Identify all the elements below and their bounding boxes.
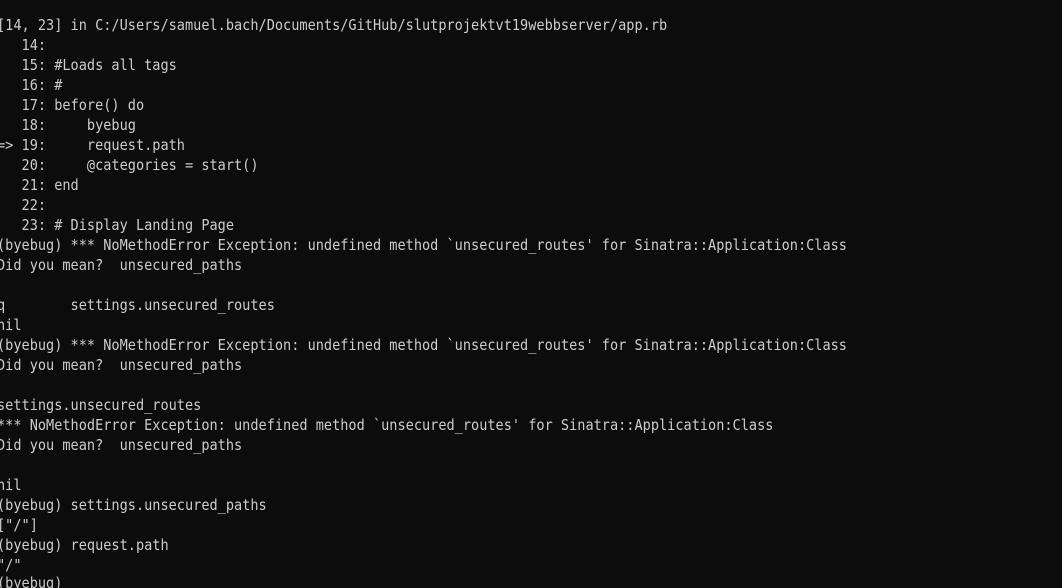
terminal-line: 15: #Loads all tags <box>0 56 177 74</box>
terminal-line: 17: before() do <box>0 96 145 114</box>
terminal-line: 23: # Display Landing Page <box>0 216 235 234</box>
terminal-line: (byebug) request.path <box>0 536 169 554</box>
terminal-line: 14: <box>0 36 47 54</box>
terminal-line: settings.unsecured_routes <box>0 396 202 414</box>
terminal-line: 20: @categories = start() <box>0 156 259 174</box>
terminal-line: [14, 23] in C:/Users/samuel.bach/Documen… <box>0 16 668 34</box>
terminal-line: Did you mean? unsecured_paths <box>0 356 243 374</box>
terminal-line: nil <box>0 476 22 494</box>
terminal-line: q settings.unsecured_routes <box>0 296 275 314</box>
terminal-prompt[interactable]: (byebug) <box>0 573 62 588</box>
terminal-line: Did you mean? unsecured_paths <box>0 256 243 274</box>
terminal-line: (byebug) *** NoMethodError Exception: un… <box>0 336 847 354</box>
terminal-line: 21: end <box>0 176 79 194</box>
terminal-line: 22: <box>0 196 47 214</box>
terminal-line: ["/"] <box>0 516 38 534</box>
terminal-line: 18: byebug <box>0 116 136 134</box>
terminal-line: nil <box>0 316 22 334</box>
terminal-line: *** NoMethodError Exception: undefined m… <box>0 416 774 434</box>
terminal-line: 16: # <box>0 76 63 94</box>
terminal-line: Did you mean? unsecured_paths <box>0 436 243 454</box>
terminal-window[interactable]: [14, 23] in C:/Users/samuel.bach/Documen… <box>0 0 1062 588</box>
terminal-line: "/" <box>0 556 22 574</box>
terminal-line: (byebug) *** NoMethodError Exception: un… <box>0 236 847 254</box>
terminal-line: => 19: request.path <box>0 136 185 154</box>
terminal-line: (byebug) settings.unsecured_paths <box>0 496 267 514</box>
